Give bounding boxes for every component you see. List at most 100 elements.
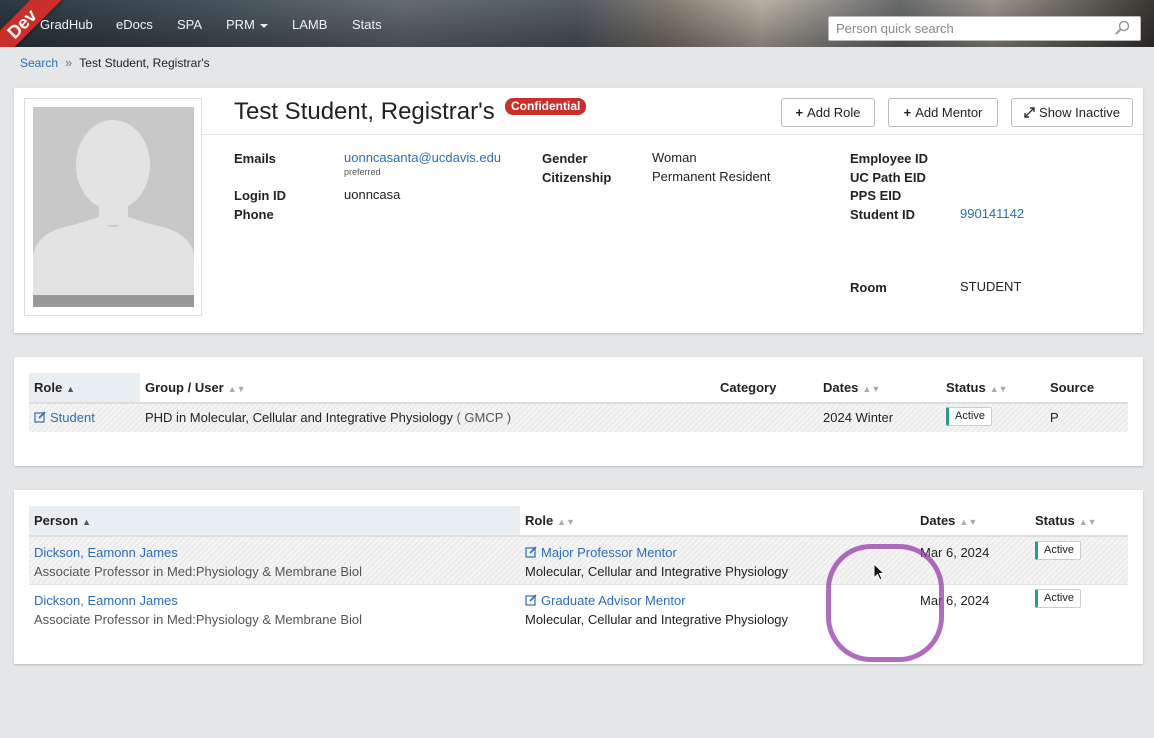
sort-icon: ▲▼ — [959, 517, 978, 527]
roles-col-dates-label: Dates — [823, 380, 859, 395]
sort-asc-icon: ▲ — [66, 384, 76, 394]
add-mentor-button[interactable]: + Add Mentor — [888, 98, 998, 127]
top-navbar: Dev GradHub eDocs SPA PRM LAMB Stats — [0, 0, 1154, 47]
roles-col-category-label: Category — [720, 380, 777, 395]
edit-icon — [525, 546, 537, 558]
roles-col-source: Source — [1045, 373, 1128, 404]
email-preferred-note: preferred — [344, 167, 381, 177]
mentors-col-status[interactable]: Status ▲▼ — [1030, 506, 1128, 537]
mentors-col-person[interactable]: Person ▲ — [29, 506, 520, 537]
mentor-role-edit-link[interactable]: Graduate Advisor Mentor — [525, 593, 686, 608]
mentor-role-edit-link[interactable]: Major Professor Mentor — [525, 545, 677, 560]
show-inactive-button[interactable]: Show Inactive — [1011, 98, 1133, 127]
mentors-header-row: Person ▲ Role ▲▼ Dates ▲▼ Status ▲▼ — [29, 506, 1128, 537]
avatar-placeholder — [33, 107, 194, 307]
student-id-link[interactable]: 990141142 — [960, 206, 1024, 221]
table-row: Dickson, Eamonn James Associate Professor… — [29, 584, 1128, 632]
roles-col-status[interactable]: Status ▲▼ — [941, 373, 1045, 404]
role-edit-link[interactable]: Student — [34, 410, 95, 425]
breadcrumb-separator: » — [65, 55, 73, 70]
pps-eid-label: PPS EID — [850, 188, 902, 203]
nav-edocs[interactable]: eDocs — [116, 17, 153, 32]
role-cell: Student — [29, 403, 140, 432]
room-value: STUDENT — [960, 279, 1022, 294]
employee-id-label: Employee ID — [850, 151, 929, 166]
mentors-col-dates-label: Dates — [920, 513, 956, 528]
nav-gradhub[interactable]: GradHub — [40, 17, 93, 32]
ucpath-eid-label: UC Path EID — [850, 170, 926, 185]
nav-stats[interactable]: Stats — [352, 17, 382, 32]
roles-header-row: Role ▲ Group / User ▲▼ Category Dates ▲▼ St… — [29, 373, 1128, 404]
profile-photo — [24, 98, 202, 316]
status-cell: Active — [941, 403, 1045, 432]
mentors-col-role[interactable]: Role ▲▼ — [520, 506, 915, 537]
category-cell — [715, 403, 818, 432]
mentor-role-name: Graduate Advisor Mentor — [541, 592, 686, 608]
mentor-dates-cell: Mar 6, 2024 — [920, 545, 990, 560]
table-row: Dickson, Eamonn James Associate Professor… — [29, 536, 1128, 584]
mentors-table: Person ▲ Role ▲▼ Dates ▲▼ Status ▲▼ Dickson,… — [29, 506, 1128, 632]
table-row: Student PHD in Molecular, Cellular and I… — [29, 403, 1128, 432]
add-role-label: Add Role — [807, 105, 861, 120]
person-name-heading: Test Student, Registrar's — [234, 98, 495, 125]
nav-lamb[interactable]: LAMB — [292, 17, 327, 32]
mentors-col-role-label: Role — [525, 513, 554, 528]
show-inactive-label: Show Inactive — [1039, 105, 1120, 120]
roles-table: Role ▲ Group / User ▲▼ Category Dates ▲▼ St… — [29, 373, 1128, 432]
mentor-person-cell: Dickson, Eamonn James Associate Professor… — [29, 584, 520, 632]
mentor-dept: Molecular, Cellular and Integrative Phys… — [525, 564, 789, 579]
plus-icon: + — [903, 105, 912, 120]
mentor-title: Associate Professor in Med:Physiology & … — [34, 611, 363, 627]
dates-cell: 2024 Winter — [823, 410, 894, 425]
sort-icon: ▲▼ — [862, 384, 881, 394]
group-code: ( GMCP ) — [456, 410, 512, 425]
gender-label: Gender — [542, 151, 588, 166]
mentor-dept: Molecular, Cellular and Integrative Phys… — [525, 611, 789, 627]
roles-col-group[interactable]: Group / User ▲▼ — [140, 373, 715, 404]
group-cell: PHD in Molecular, Cellular and Integrati… — [140, 403, 715, 432]
mentor-role-cell: Major Professor Mentor Molecular, Cellula… — [520, 536, 915, 584]
student-id-label: Student ID — [850, 207, 915, 222]
roles-col-group-label: Group / User — [145, 380, 224, 395]
mentor-status-cell: Active — [1030, 584, 1128, 632]
confidential-badge: Confidential — [505, 98, 587, 115]
person-silhouette-icon — [33, 120, 194, 307]
add-mentor-label: Add Mentor — [915, 105, 983, 120]
phone-label: Phone — [234, 207, 274, 222]
mentor-person-cell: Dickson, Eamonn James Associate Professor… — [29, 536, 520, 584]
edit-icon — [34, 411, 46, 423]
email-link[interactable]: uonncasanta@ucdavis.edu — [344, 150, 501, 165]
login-id-label: Login ID — [234, 188, 286, 203]
person-quick-search-input[interactable] — [828, 16, 1141, 41]
mentor-status-cell: Active — [1030, 536, 1128, 584]
mentor-name-link[interactable]: Dickson, Eamonn James — [34, 545, 178, 560]
status-badge: Active — [1035, 541, 1081, 560]
expand-icon — [1024, 107, 1035, 118]
breadcrumb-search-link[interactable]: Search — [20, 56, 58, 70]
breadcrumb: Search » Test Student, Registrar's — [20, 55, 210, 70]
gender-value: Woman — [652, 150, 697, 165]
mentor-role-cell: Graduate Advisor Mentor Molecular, Cellul… — [520, 584, 915, 632]
roles-col-status-label: Status — [946, 380, 986, 395]
caret-down-icon — [259, 23, 268, 28]
sort-asc-icon: ▲ — [82, 517, 91, 527]
mentor-role-name: Major Professor Mentor — [541, 545, 677, 560]
mentors-col-status-label: Status — [1035, 513, 1075, 528]
nav-prm-label: PRM — [226, 17, 255, 32]
login-id-value: uonncasa — [344, 187, 401, 202]
status-badge: Active — [1035, 588, 1081, 608]
emails-label: Emails — [234, 151, 276, 166]
roles-col-category: Category — [715, 373, 818, 404]
nav-prm-dropdown[interactable]: PRM — [226, 17, 268, 32]
mentors-col-dates[interactable]: Dates ▲▼ — [915, 506, 1030, 537]
mentor-name-link[interactable]: Dickson, Eamonn James — [34, 593, 178, 608]
roles-col-dates[interactable]: Dates ▲▼ — [818, 373, 941, 404]
status-badge: Active — [946, 407, 992, 426]
mentor-dates-cell: Mar 6, 2024 — [920, 592, 990, 608]
citizenship-label: Citizenship — [542, 170, 612, 185]
roles-col-role[interactable]: Role ▲ — [29, 373, 140, 404]
nav-spa[interactable]: SPA — [177, 17, 202, 32]
search-icon[interactable] — [1114, 20, 1130, 36]
sort-icon: ▲▼ — [1078, 517, 1097, 527]
add-role-button[interactable]: + Add Role — [781, 98, 875, 127]
